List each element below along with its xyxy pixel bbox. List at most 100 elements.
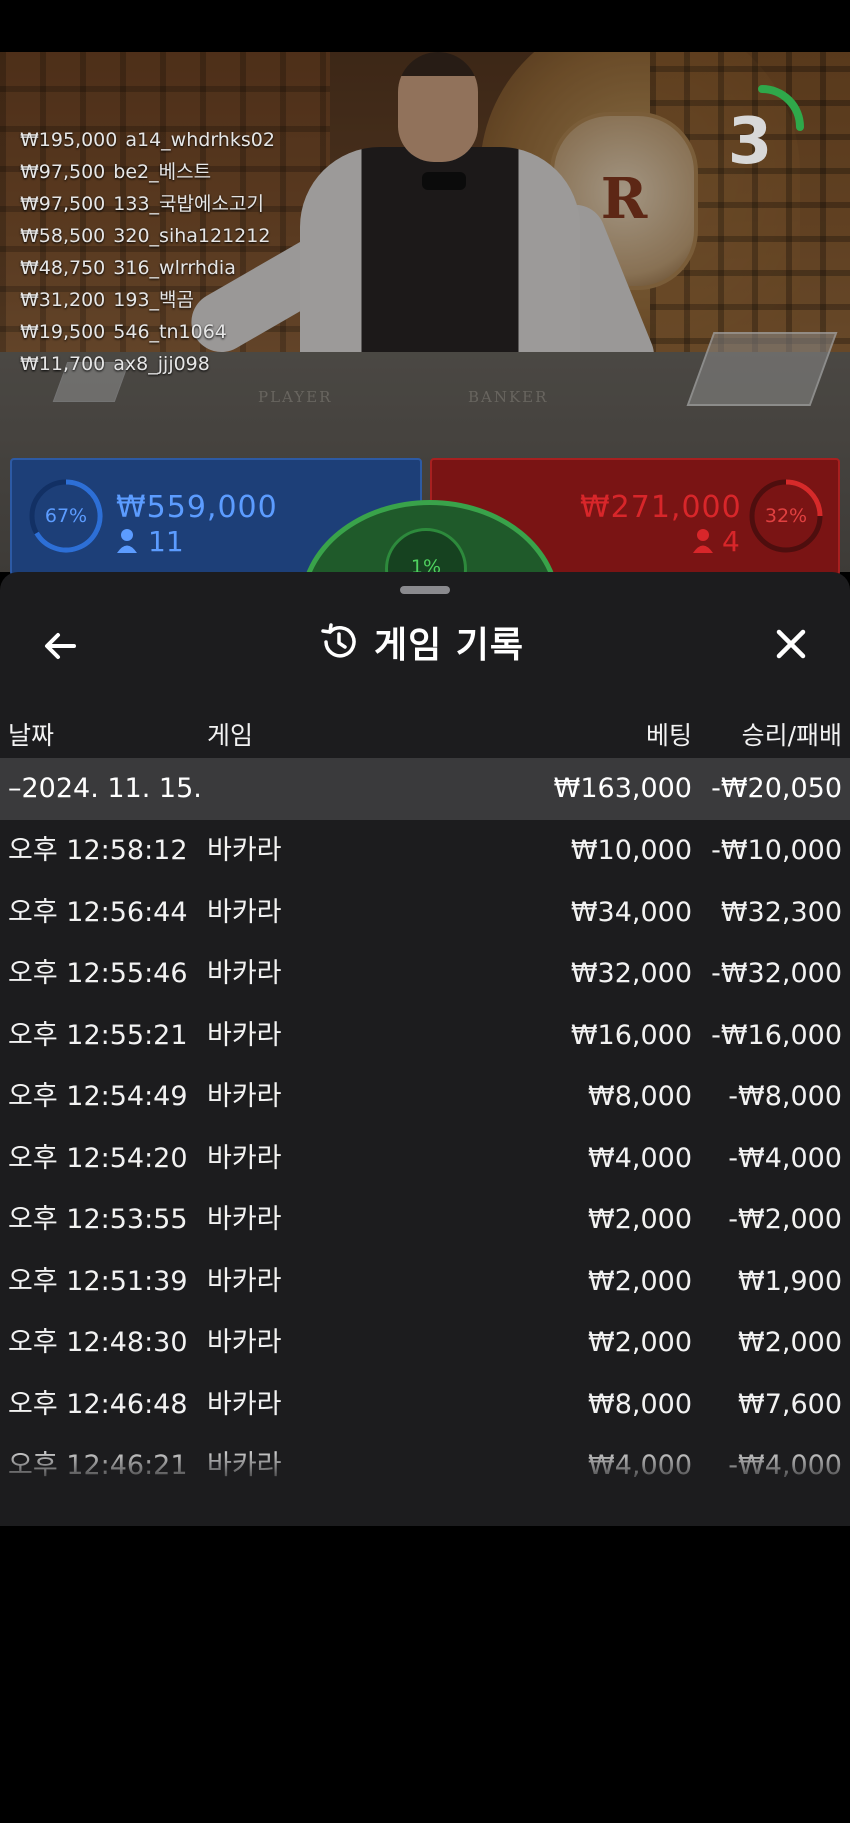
leaderboard-amount: ₩19,500 [20,321,106,343]
row-bet: ₩8,000 [588,1081,692,1112]
sheet-drag-handle[interactable] [400,586,450,594]
row-result: ₩32,300 [720,896,842,928]
row-result: -₩8,000 [728,1081,842,1112]
row-game: 바카라 [207,835,282,866]
leaderboard-amount: ₩48,750 [20,257,106,279]
leaderboard-row: ₩97,500 be2_베스트 [20,156,275,188]
history-row[interactable]: 오후 12:54:20 바카라 ₩4,000 -₩4,000 [0,1128,850,1190]
date-group-date: –2024. 11. 15. [8,773,202,804]
row-time: 오후 12:54:20 [8,1142,188,1174]
leaderboard-user: a14_whdrhks02 [125,129,275,151]
column-header-date[interactable]: 날짜 [8,716,54,752]
leaderboard-row: ₩31,200 193_백곰 [20,284,275,316]
banker-total-amount: ₩271,000 [580,490,742,525]
row-bet: ₩2,000 [588,1327,692,1358]
history-row[interactable]: 오후 12:51:39 바카라 ₩2,000 ₩1,900 [0,1251,850,1313]
date-group-row[interactable]: –2024. 11. 15. ₩163,000 -₩20,050 [0,758,850,820]
banker-bettor-count: 4 [722,524,740,558]
bottom-blank-area [0,1526,850,1823]
leaderboard-user: 320_siha121212 [113,225,271,247]
row-bet: ₩4,000 [588,1142,692,1174]
row-game: 바카라 [207,958,282,989]
date-group-result-total: -₩20,050 [711,773,842,804]
row-result: ₩2,000 [738,1327,842,1358]
row-result: ₩1,900 [738,1265,842,1297]
row-result: -₩4,000 [728,1450,842,1481]
leaderboard-user: 193_백곰 [113,289,195,311]
history-row[interactable]: 오후 12:48:30 바카라 ₩2,000 ₩2,000 [0,1312,850,1374]
leaderboard-user: ax8_jjj098 [113,353,210,375]
history-row[interactable]: 오후 12:54:49 바카라 ₩8,000 -₩8,000 [0,1066,850,1128]
winners-leaderboard: ₩195,000 a14_whdrhks02 ₩97,500 be2_베스트 ₩97… [20,124,275,380]
history-row[interactable]: 오후 12:46:48 바카라 ₩8,000 ₩7,600 [0,1374,850,1436]
row-game: 바카라 [207,1327,282,1358]
leaderboard-user: be2_베스트 [113,161,212,183]
leaderboard-user: 316_wlrrhdia [113,257,236,279]
sheet-title: 게임 기록 [374,625,525,666]
leaderboard-row: ₩195,000 a14_whdrhks02 [20,124,275,156]
history-row[interactable]: 오후 12:56:44 바카라 ₩34,000 ₩32,300 [0,882,850,944]
leaderboard-row: ₩58,500 320_siha121212 [20,220,275,252]
banker-percent: 32% [764,505,808,527]
close-icon [776,629,806,659]
sheet-title-wrap: 게임 기록 [318,616,524,668]
row-time: 오후 12:51:39 [8,1265,188,1297]
leaderboard-row: ₩11,700 ax8_jjj098 [20,348,275,380]
row-bet: ₩34,000 [570,896,692,928]
history-row[interactable]: 오후 12:55:21 바카라 ₩16,000 -₩16,000 [0,1005,850,1067]
row-result: -₩32,000 [711,958,842,989]
player-total-amount: ₩559,000 [116,490,278,525]
row-time: 오후 12:46:48 [8,1388,188,1420]
column-header-game[interactable]: 게임 [207,716,253,752]
player-percent: 67% [44,505,88,527]
player-bettor-count: 11 [148,524,184,558]
leaderboard-amount: ₩11,700 [20,353,106,375]
column-header-bet[interactable]: 베팅 [646,716,692,752]
game-history-sheet: 게임 기록 날짜 게임 베팅 승리/패배 –2024. 11. 15. ₩163… [0,572,850,1526]
row-bet: ₩8,000 [588,1388,692,1420]
leaderboard-amount: ₩31,200 [20,289,106,311]
history-icon [321,623,356,658]
user-icon [693,529,713,553]
leaderboard-row: ₩48,750 316_wlrrhdia [20,252,275,284]
row-time: 오후 12:48:30 [8,1327,188,1358]
countdown-number: 3 [727,105,773,179]
arrow-left-icon [45,633,76,659]
leaderboard-row: ₩97,500 133_국밥에소고기 [20,188,275,220]
date-group-bet-total: ₩163,000 [553,773,692,804]
leaderboard-user: 133_국밥에소고기 [113,193,264,215]
leaderboard-amount: ₩195,000 [20,129,118,151]
column-header-result[interactable]: 승리/패배 [742,716,842,752]
row-bet: ₩2,000 [588,1265,692,1297]
row-bet: ₩10,000 [570,835,692,866]
banker-count-wrap: 4 [692,524,740,558]
leaderboard-amount: ₩97,500 [20,161,106,183]
row-result: -₩10,000 [711,835,842,866]
row-result: -₩4,000 [728,1142,842,1174]
leaderboard-amount: ₩58,500 [20,225,106,247]
history-row[interactable]: 오후 12:46:21 바카라 ₩4,000 -₩4,000 [0,1435,850,1497]
row-time: 오후 12:55:46 [8,958,188,989]
back-button[interactable] [36,622,86,666]
leaderboard-amount: ₩97,500 [20,193,106,215]
row-bet: ₩2,000 [588,1204,692,1235]
row-time: 오후 12:58:12 [8,835,188,866]
row-result: -₩2,000 [728,1204,842,1235]
leaderboard-user: 546_tn1064 [113,321,227,343]
history-row[interactable]: 오후 12:55:46 바카라 ₩32,000 -₩32,000 [0,943,850,1005]
row-game: 바카라 [207,1388,282,1420]
leaderboard-row: ₩19,500 546_tn1064 [20,316,275,348]
sheet-header: 게임 기록 [0,612,850,672]
row-time: 오후 12:46:21 [8,1450,188,1481]
row-game: 바카라 [207,1450,282,1481]
row-time: 오후 12:56:44 [8,896,188,928]
row-game: 바카라 [207,1081,282,1112]
row-result: ₩7,600 [738,1388,842,1420]
player-count-wrap: 11 [116,524,184,558]
history-row[interactable]: 오후 12:53:55 바카라 ₩2,000 -₩2,000 [0,1189,850,1251]
row-bet: ₩16,000 [570,1019,692,1051]
row-game: 바카라 [207,1142,282,1174]
history-row[interactable]: 오후 12:58:12 바카라 ₩10,000 -₩10,000 [0,820,850,882]
row-result: -₩16,000 [711,1019,842,1051]
close-button[interactable] [766,620,816,668]
